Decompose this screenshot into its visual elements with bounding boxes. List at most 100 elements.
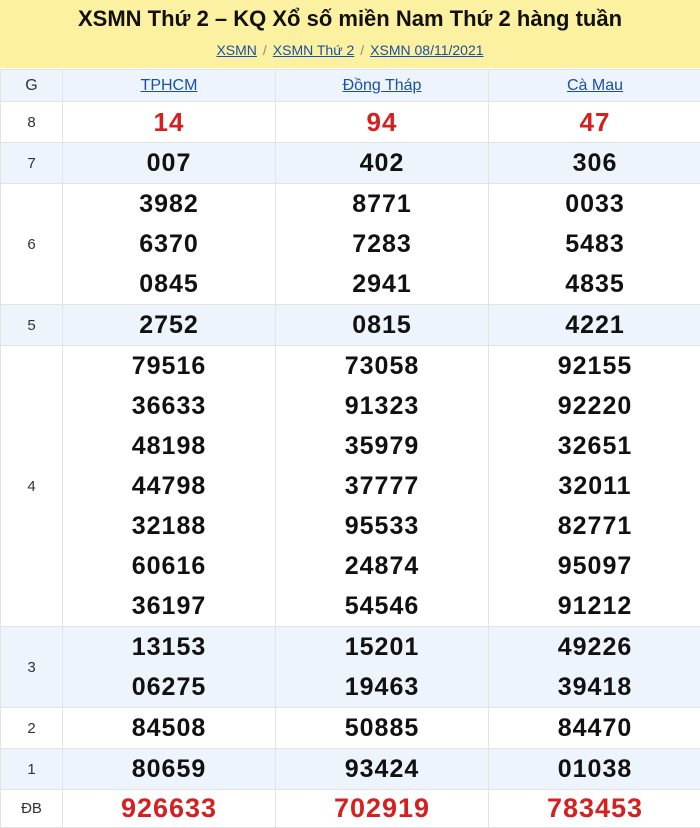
lottery-number: 79516	[63, 346, 275, 386]
lottery-number: 93424	[276, 749, 488, 789]
lottery-number: 14	[63, 102, 275, 142]
breadcrumb-link-xsmn[interactable]: XSMN	[216, 42, 256, 58]
breadcrumb-link-xsmn-thu2[interactable]: XSMN Thứ 2	[273, 42, 354, 58]
result-cell: 306	[489, 143, 700, 184]
lottery-number: 92220	[489, 386, 700, 426]
lottery-number: 3982	[63, 184, 275, 224]
lottery-number: 84470	[489, 708, 700, 748]
breadcrumb-separator: /	[263, 42, 267, 58]
lottery-number: 4221	[489, 305, 700, 345]
province-link-tphcm[interactable]: TPHCM	[141, 77, 198, 94]
lottery-number: 0815	[276, 305, 488, 345]
lottery-number: 06275	[63, 667, 275, 707]
lottery-number: 84508	[63, 708, 275, 748]
province-header: Đồng Tháp	[276, 70, 489, 102]
lottery-number: 2752	[63, 305, 275, 345]
lottery-number: 32011	[489, 466, 700, 506]
lottery-number: 2941	[276, 264, 488, 304]
prize-label: 6	[1, 184, 63, 305]
prize-row-db: ĐB926633702919783453	[1, 790, 700, 828]
result-cell: 79516366334819844798321886061636197	[63, 346, 276, 627]
lottery-number: 15201	[276, 627, 488, 667]
result-cell: 92155922203265132011827719509791212	[489, 346, 700, 627]
lottery-number: 13153	[63, 627, 275, 667]
prize-row-g1: 1806599342401038	[1, 749, 700, 790]
lottery-number: 94	[276, 102, 488, 142]
province-header: Cà Mau	[489, 70, 700, 102]
prize-label: 8	[1, 102, 63, 143]
lottery-number: 73058	[276, 346, 488, 386]
lottery-number: 80659	[63, 749, 275, 789]
result-cell: 47	[489, 102, 700, 143]
prize-row-g4: 4795163663348198447983218860616361977305…	[1, 346, 700, 627]
lottery-number: 47	[489, 102, 700, 142]
lottery-number: 0033	[489, 184, 700, 224]
prize-row-g8: 8149447	[1, 102, 700, 143]
result-cell: 926633	[63, 790, 276, 828]
province-header: TPHCM	[63, 70, 276, 102]
lottery-number: 36197	[63, 586, 275, 626]
result-cell: 73058913233597937777955332487454546	[276, 346, 489, 627]
lottery-number: 36633	[63, 386, 275, 426]
result-cell: 80659	[63, 749, 276, 790]
lottery-number: 44798	[63, 466, 275, 506]
prize-row-g2: 2845085088584470	[1, 708, 700, 749]
prize-row-g6: 6398263700845877172832941003354834835	[1, 184, 700, 305]
page-title: XSMN Thứ 2 – KQ Xổ số miền Nam Thứ 2 hàn…	[0, 6, 700, 32]
prize-row-g7: 7007402306	[1, 143, 700, 184]
result-cell: 2752	[63, 305, 276, 346]
result-cell: 93424	[276, 749, 489, 790]
lottery-number: 7283	[276, 224, 488, 264]
result-cell: 398263700845	[63, 184, 276, 305]
lottery-number: 5483	[489, 224, 700, 264]
lottery-number: 54546	[276, 586, 488, 626]
prize-label: 2	[1, 708, 63, 749]
results-table: G TPHCM Đồng Tháp Cà Mau 814944770074023…	[0, 69, 700, 828]
lottery-number: 19463	[276, 667, 488, 707]
lottery-number: 0845	[63, 264, 275, 304]
page-header: XSMN Thứ 2 – KQ Xổ số miền Nam Thứ 2 hàn…	[0, 0, 700, 68]
province-link-dong-thap[interactable]: Đồng Tháp	[343, 77, 422, 94]
prize-label: 5	[1, 305, 63, 346]
result-cell: 84470	[489, 708, 700, 749]
result-cell: 1315306275	[63, 627, 276, 708]
lottery-number: 007	[63, 143, 275, 183]
breadcrumb: XSMN / XSMN Thứ 2 / XSMN 08/11/2021	[0, 42, 700, 58]
result-cell: 01038	[489, 749, 700, 790]
lottery-number: 402	[276, 143, 488, 183]
lottery-number: 926633	[63, 790, 275, 827]
lottery-number: 50885	[276, 708, 488, 748]
result-cell: 702919	[276, 790, 489, 828]
prize-label: ĐB	[1, 790, 63, 828]
prize-label: 3	[1, 627, 63, 708]
lottery-number: 48198	[63, 426, 275, 466]
lottery-number: 60616	[63, 546, 275, 586]
lottery-number: 32651	[489, 426, 700, 466]
result-cell: 783453	[489, 790, 700, 828]
result-cell: 94	[276, 102, 489, 143]
lottery-number: 24874	[276, 546, 488, 586]
result-cell: 4221	[489, 305, 700, 346]
prize-row-g3: 3131530627515201194634922639418	[1, 627, 700, 708]
prize-label: 4	[1, 346, 63, 627]
lottery-number: 306	[489, 143, 700, 183]
result-cell: 402	[276, 143, 489, 184]
lottery-number: 91212	[489, 586, 700, 626]
lottery-number: 8771	[276, 184, 488, 224]
result-cell: 50885	[276, 708, 489, 749]
breadcrumb-separator: /	[360, 42, 364, 58]
result-cell: 14	[63, 102, 276, 143]
breadcrumb-link-date[interactable]: XSMN 08/11/2021	[370, 42, 483, 58]
lottery-number: 91323	[276, 386, 488, 426]
lottery-number: 92155	[489, 346, 700, 386]
result-cell: 84508	[63, 708, 276, 749]
prize-row-g5: 5275208154221	[1, 305, 700, 346]
lottery-number: 35979	[276, 426, 488, 466]
lottery-number: 01038	[489, 749, 700, 789]
lottery-number: 37777	[276, 466, 488, 506]
lottery-number: 39418	[489, 667, 700, 707]
lottery-number: 49226	[489, 627, 700, 667]
province-link-ca-mau[interactable]: Cà Mau	[567, 77, 623, 94]
lottery-number: 783453	[489, 790, 700, 827]
lottery-number: 6370	[63, 224, 275, 264]
